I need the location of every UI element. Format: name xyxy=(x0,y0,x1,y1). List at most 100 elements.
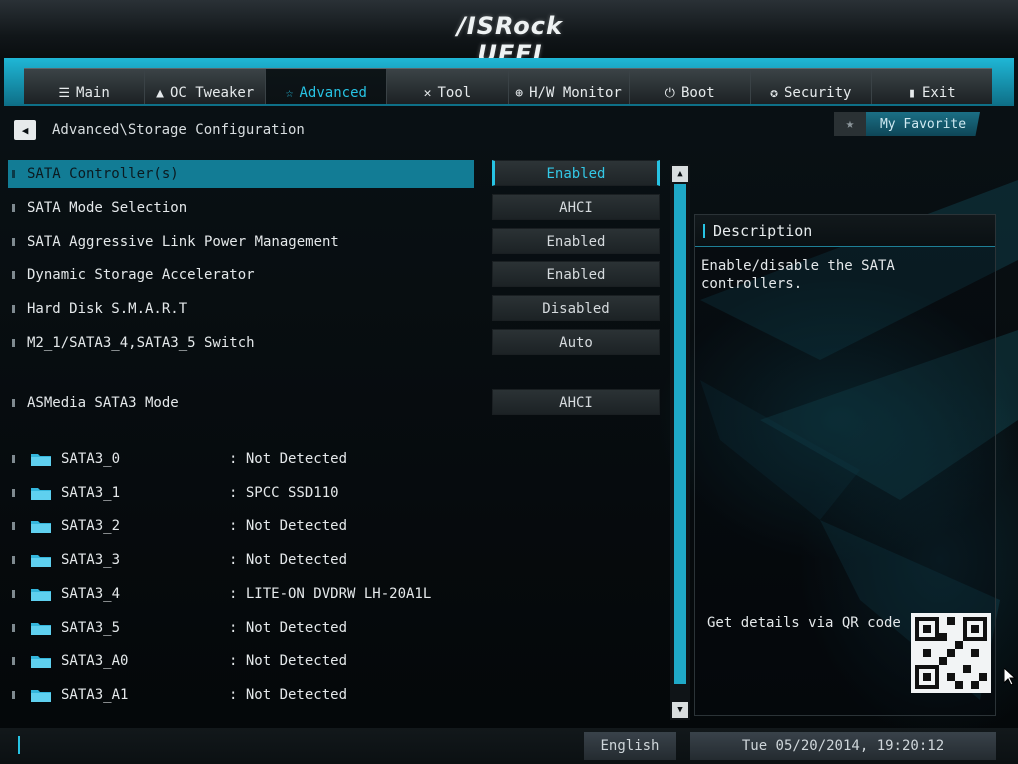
port-row: SATA3_5 : Not Detected xyxy=(8,615,478,641)
tab-oc-tweaker[interactable]: ▲ OC Tweaker xyxy=(145,69,267,104)
power-icon: ⏻ xyxy=(664,86,675,101)
tab-label: OC Tweaker xyxy=(169,85,255,101)
qr-label: Get details via QR code xyxy=(707,615,901,631)
port-row: SATA3_4 : LITE-ON DVDRW LH-20A1L xyxy=(8,581,478,607)
row-marker xyxy=(12,556,15,564)
row-marker xyxy=(12,339,15,347)
tab-main[interactable]: ☰ Main xyxy=(24,69,146,104)
monitor-icon: ⊕ xyxy=(515,86,524,101)
folder-icon xyxy=(31,623,51,635)
description-panel: Description Enable/disable the SATA cont… xyxy=(694,214,996,716)
port-row: SATA3_1 : SPCC SSD110 xyxy=(8,480,478,506)
footer-accent xyxy=(18,736,20,754)
back-button[interactable]: ◀ xyxy=(14,120,36,140)
setting-row-m2-switch[interactable]: M2_1/SATA3_4,SATA3_5 Switch xyxy=(8,329,474,357)
setting-label: M2_1/SATA3_4,SATA3_5 Switch xyxy=(27,335,255,351)
setting-row-smart[interactable]: Hard Disk S.M.A.R.T xyxy=(8,295,474,323)
setting-label: Hard Disk S.M.A.R.T xyxy=(27,301,188,317)
port-name: SATA3_4 xyxy=(61,586,121,602)
port-name: SATA3_A0 xyxy=(61,653,129,669)
port-value: : LITE-ON DVDRW LH-20A1L xyxy=(229,586,432,602)
favorite-star-button[interactable]: ★ xyxy=(834,112,866,136)
folder-icon xyxy=(31,656,51,668)
tab-security[interactable]: ✪ Security xyxy=(750,69,872,104)
setting-row-sata-controllers[interactable]: SATA Controller(s) xyxy=(8,160,474,188)
folder-icon xyxy=(31,488,51,500)
star-icon: ★ xyxy=(845,116,855,132)
language-button[interactable]: English xyxy=(584,732,676,760)
setting-row-asmedia-mode[interactable]: ASMedia SATA3 Mode xyxy=(8,389,474,417)
row-marker xyxy=(12,305,15,313)
setting-label: Dynamic Storage Accelerator xyxy=(27,267,255,283)
setting-value-sata-mode[interactable]: AHCI xyxy=(492,194,660,220)
tab-label: Main xyxy=(76,85,110,101)
setting-value-m2-switch[interactable]: Auto xyxy=(492,329,660,355)
tab-bar: ☰ Main ▲ OC Tweaker ☆ Advanced ✕ Tool ⊕ H/W M… xyxy=(24,68,992,104)
setting-value-link-power[interactable]: Enabled xyxy=(492,228,660,254)
exit-icon: ▮ xyxy=(908,86,916,101)
setting-row-storage-accelerator[interactable]: Dynamic Storage Accelerator xyxy=(8,261,474,289)
tab-advanced[interactable]: ☆ Advanced xyxy=(266,69,388,104)
scroll-down-button[interactable]: ▼ xyxy=(672,702,688,718)
setting-value-asmedia-mode[interactable]: AHCI xyxy=(492,389,660,415)
row-marker xyxy=(12,238,15,246)
list-icon: ☰ xyxy=(58,86,71,101)
tab-tool[interactable]: ✕ Tool xyxy=(387,69,509,104)
tab-label: Tool xyxy=(437,85,472,101)
description-title: Description xyxy=(713,221,813,240)
favorite-group: ★ My Favorite xyxy=(834,112,980,136)
row-marker xyxy=(12,657,15,665)
description-text: Enable/disable the SATA controllers. xyxy=(701,258,895,292)
row-marker xyxy=(12,624,15,632)
setting-label: SATA Aggressive Link Power Management xyxy=(27,234,339,250)
tab-label: Security xyxy=(784,85,852,101)
scrollbar[interactable]: ▲ ▼ xyxy=(670,164,690,720)
setting-value-sata-controllers[interactable]: Enabled xyxy=(492,160,660,186)
setting-row-link-power[interactable]: SATA Aggressive Link Power Management xyxy=(8,228,474,256)
setting-value-smart[interactable]: Disabled xyxy=(492,295,660,321)
folder-icon xyxy=(31,555,51,567)
setting-label: SATA Mode Selection xyxy=(27,200,188,216)
my-favorite-button[interactable]: My Favorite xyxy=(866,112,980,136)
setting-label: ASMedia SATA3 Mode xyxy=(27,395,179,411)
header: /ISRock UEFI xyxy=(0,0,1018,68)
port-name: SATA3_3 xyxy=(61,552,121,568)
tab-hw-monitor[interactable]: ⊕ H/W Monitor xyxy=(508,69,630,104)
row-marker xyxy=(12,170,15,178)
folder-icon xyxy=(31,589,51,601)
footer: English Tue 05/20/2014, 19:20:12 xyxy=(0,728,1018,764)
header-accent xyxy=(703,223,705,238)
port-value: : Not Detected xyxy=(229,552,348,568)
port-name: SATA3_0 xyxy=(61,451,121,467)
port-name: SATA3_1 xyxy=(61,485,121,501)
scrollbar-thumb[interactable] xyxy=(674,184,686,684)
port-row: SATA3_A0 : Not Detected xyxy=(8,648,478,674)
port-name: SATA3_A1 xyxy=(61,687,129,703)
asrock-uefi-logo: /ISRock UEFI xyxy=(457,12,563,68)
setting-value-storage-accelerator[interactable]: Enabled xyxy=(492,261,660,287)
tab-label: Advanced xyxy=(299,85,367,101)
port-row: SATA3_0 : Not Detected xyxy=(8,446,478,472)
port-name: SATA3_5 xyxy=(61,620,121,636)
qr-code-image xyxy=(915,617,987,689)
tab-label: Boot xyxy=(680,85,715,101)
port-value: : Not Detected xyxy=(229,451,348,467)
folder-icon xyxy=(31,690,51,702)
port-row: SATA3_A1 : Not Detected xyxy=(8,682,478,708)
tab-boot[interactable]: ⏻ Boot xyxy=(629,69,751,104)
tab-label: H/W Monitor xyxy=(529,85,622,101)
scroll-up-button[interactable]: ▲ xyxy=(672,166,688,182)
port-value: : Not Detected xyxy=(229,653,348,669)
row-marker xyxy=(12,399,15,407)
qr-code xyxy=(911,613,991,693)
rocket-icon: ▲ xyxy=(156,86,164,101)
breadcrumb-path: Advanced\Storage Configuration xyxy=(52,122,305,138)
port-row: SATA3_2 : Not Detected xyxy=(8,513,478,539)
row-marker xyxy=(12,489,15,497)
mouse-cursor-icon xyxy=(1004,668,1016,686)
row-marker xyxy=(12,271,15,279)
tab-label: Exit xyxy=(921,85,956,101)
setting-row-sata-mode[interactable]: SATA Mode Selection xyxy=(8,194,474,222)
tab-exit[interactable]: ▮ Exit xyxy=(871,69,992,104)
folder-icon xyxy=(31,454,51,466)
